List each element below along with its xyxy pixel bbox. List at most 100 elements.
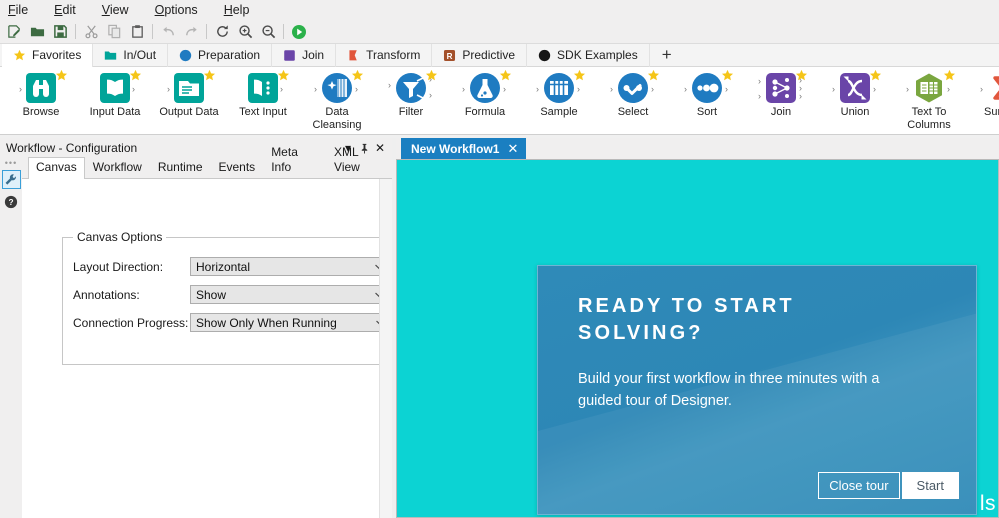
tool-browse[interactable]: › Browse [4,69,78,119]
cut-off-label: ls [979,492,996,515]
filter-icon [396,73,426,103]
menu-item-edit[interactable]: Edit [54,0,76,20]
square-icon [284,49,295,61]
category-tab-predictive[interactable]: R Predictive [432,43,528,67]
toolbar-separator [75,24,76,39]
tool-data-cleansing[interactable]: › › Data Cleansing [300,69,374,132]
tool-label: Data Cleansing [312,106,362,131]
tool-text-to-columns[interactable]: › › Text To Columns [892,69,966,132]
union-icon [840,73,870,103]
configuration-wrench-icon[interactable] [1,170,21,189]
output-anchor: › [873,84,876,94]
close-icon[interactable]: ✕ [507,141,518,157]
tab-xml-view[interactable]: XML View [326,142,392,178]
tab-workflow[interactable]: Workflow [85,157,150,178]
undo-icon[interactable] [157,21,179,43]
category-tab-sdk-examples[interactable]: SDK Examples [527,43,650,67]
paste-icon[interactable] [126,21,148,43]
zoom-in-icon[interactable] [234,21,256,43]
tab-canvas[interactable]: Canvas [28,157,85,179]
svg-text:?: ? [8,197,13,207]
input-anchor: › [167,84,170,94]
tour-body-text: Build your first workflow in three minut… [578,371,880,409]
copy-icon[interactable] [103,21,125,43]
menu-item-file[interactable]: File [8,0,28,20]
tool-input-data[interactable]: › Input Data [78,69,152,119]
output-anchor: › [651,84,654,94]
config-panel-scrollbar[interactable] [379,179,392,518]
join-nodes-icon [766,73,796,103]
input-anchor: › [906,84,909,94]
category-label: Predictive [462,48,516,62]
tool-label: Summa [984,106,999,118]
category-tab-join[interactable]: Join [272,43,337,67]
open-workflow-icon[interactable] [26,21,48,43]
save-workflow-icon[interactable] [49,21,71,43]
input-anchor: › [19,84,22,94]
category-tab-preparation[interactable]: Preparation [168,43,273,67]
workflow-tab-bar: New Workflow1 ✕ [396,138,999,159]
start-tour-button[interactable]: Start [901,472,959,499]
canvas-options-legend: Canvas Options [73,230,167,244]
category-tab-transform[interactable]: Transform [336,43,433,67]
category-tab-favorites[interactable]: Favorites [2,43,94,67]
alteryx-designer-window: File Edit View Options Help Favorites In… [0,0,999,518]
run-workflow-icon[interactable] [288,21,310,43]
connection-progress-dropdown[interactable]: Show Only When Running [190,313,391,332]
new-workflow-icon[interactable] [3,21,25,43]
category-label: Join [302,48,325,62]
favorite-star-icon [795,69,808,81]
tool-label: Join [770,106,792,118]
rail-grip[interactable]: ••• [5,159,17,168]
annotations-dropdown[interactable]: Show [190,285,390,304]
tool-text-input[interactable]: › Text Input [226,69,300,119]
tool-output-data[interactable]: › Output Data [152,69,226,119]
category-label: Transform [366,48,421,62]
tool-select[interactable]: › › Select [596,69,670,119]
workflow-canvas[interactable]: ls READY TO START SOLVING? Build your fi… [396,159,999,518]
tool-label: Formula [464,106,506,118]
tool-sort[interactable]: › › Sort [670,69,744,119]
canvas-tab-panel: Canvas Options Layout Direction: Horizon… [22,179,392,518]
field-annotations: Annotations: Show [73,285,390,304]
menu-item-help[interactable]: Help [224,0,250,20]
layout-direction-dropdown[interactable]: Horizontal [190,257,390,276]
tool-palette: › Browse › Input Data › Output Data › Te… [0,67,999,135]
cut-icon[interactable] [80,21,102,43]
input-anchor: › [388,80,391,90]
refresh-icon[interactable] [211,21,233,43]
tool-summarize[interactable]: › Summa [966,71,999,119]
menu-bar: File Edit View Options Help [0,0,999,20]
tab-meta-info[interactable]: Meta Info [263,142,326,178]
close-tour-button[interactable]: Close tour [818,472,900,499]
output-anchor: › [577,84,580,94]
tool-filter[interactable]: › › › Filter [374,69,448,119]
zoom-out-icon[interactable] [257,21,279,43]
field-label: Annotations: [73,287,140,302]
dropdown-value: Show Only When Running [196,315,337,330]
category-tab-in-out[interactable]: In/Out [93,43,169,67]
document-out-icon [174,73,204,103]
add-category-button[interactable]: + [650,45,684,65]
svg-text:R: R [447,51,453,60]
menu-item-view[interactable]: View [102,0,129,20]
tab-events[interactable]: Events [211,157,264,178]
menu-item-options[interactable]: Options [155,0,198,20]
redo-icon[interactable] [180,21,202,43]
workflow-tab-new-workflow1[interactable]: New Workflow1 ✕ [401,138,527,159]
tool-label: Input Data [89,106,141,118]
binoculars-icon [26,73,56,103]
select-check-icon [618,73,648,103]
tool-formula[interactable]: › › Formula [448,69,522,119]
favorite-star-icon [203,69,216,81]
tool-join[interactable]: › › › › › Join [744,69,818,119]
circle-icon [179,49,192,61]
tool-union[interactable]: › › Union [818,69,892,119]
text-to-columns-icon [916,73,942,103]
workflow-tab-label: New Workflow1 [411,141,500,156]
tool-label: Browse [22,106,60,118]
output-anchor: › [503,84,506,94]
help-question-icon[interactable]: ? [2,192,21,211]
tool-sample[interactable]: › › Sample [522,69,596,119]
tab-runtime[interactable]: Runtime [150,157,211,178]
